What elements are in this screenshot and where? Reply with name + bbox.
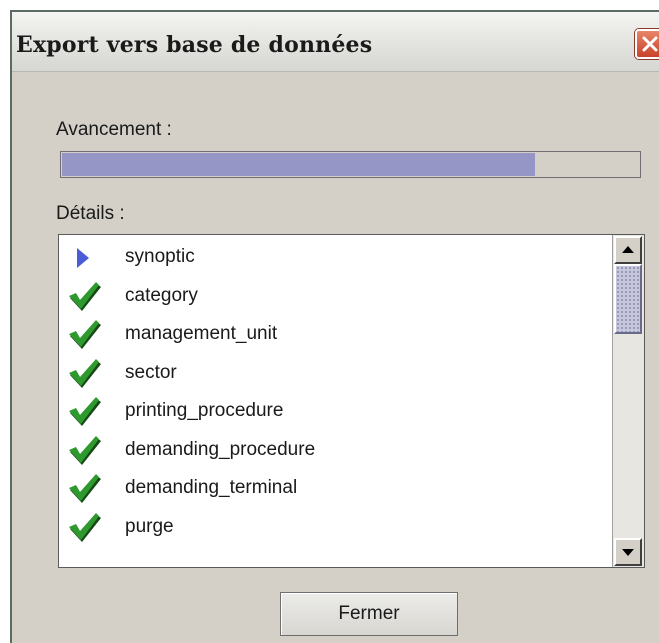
- list-item-label: demanding_procedure: [125, 438, 316, 460]
- progress-fill: [62, 153, 536, 176]
- window-close-button[interactable]: [635, 29, 659, 59]
- title-bar[interactable]: Export vers base de données: [12, 12, 659, 72]
- list-item-label: synoptic: [125, 246, 195, 267]
- scroll-up-button[interactable]: [614, 236, 642, 264]
- close-x-icon: [642, 36, 658, 52]
- arrow-down-icon: [622, 549, 634, 556]
- checkmark-icon: [69, 435, 101, 465]
- checkmark-icon: [69, 281, 101, 311]
- list-item-label: purge: [125, 515, 174, 537]
- checkmark-icon: [69, 397, 101, 426]
- arrow-up-icon: [622, 246, 634, 253]
- fermer-button[interactable]: Fermer: [280, 592, 458, 636]
- details-list[interactable]: synoptic category management_unitsector pri…: [58, 234, 645, 568]
- list-item-label: sector: [125, 361, 177, 383]
- list-item[interactable]: management_unit: [59, 316, 612, 354]
- list-item-label: demanding_terminal: [125, 477, 298, 498]
- scroll-thumb[interactable]: [614, 264, 642, 334]
- details-list-items: synoptic category management_unitsector pri…: [59, 235, 612, 567]
- scroll-down-button[interactable]: [614, 538, 642, 566]
- list-item[interactable]: synoptic: [59, 239, 612, 277]
- list-item[interactable]: demanding_procedure: [59, 432, 612, 470]
- list-item[interactable]: purge: [59, 509, 612, 547]
- list-item[interactable]: demanding_terminal: [59, 470, 612, 508]
- checkmark-icon: [69, 512, 101, 542]
- vertical-scrollbar[interactable]: [612, 235, 644, 567]
- details-label: Détails :: [56, 203, 125, 224]
- window-title: Export vers base de données: [16, 32, 373, 58]
- list-item-label: category: [125, 284, 198, 306]
- arrow-right-icon: [77, 248, 89, 268]
- list-item[interactable]: category: [59, 278, 612, 316]
- list-item-label: management_unit: [125, 323, 278, 344]
- checkmark-icon: [69, 358, 101, 388]
- export-dialog: Export vers base de données Avancement :…: [10, 10, 659, 643]
- progress-bar: [60, 151, 641, 178]
- list-item[interactable]: sector: [59, 355, 612, 393]
- checkmark-icon: [69, 320, 101, 349]
- list-item-label: printing_procedure: [125, 400, 284, 421]
- checkmark-icon: [69, 474, 101, 503]
- progress-label: Avancement :: [56, 119, 172, 140]
- list-item[interactable]: printing_procedure: [59, 393, 612, 431]
